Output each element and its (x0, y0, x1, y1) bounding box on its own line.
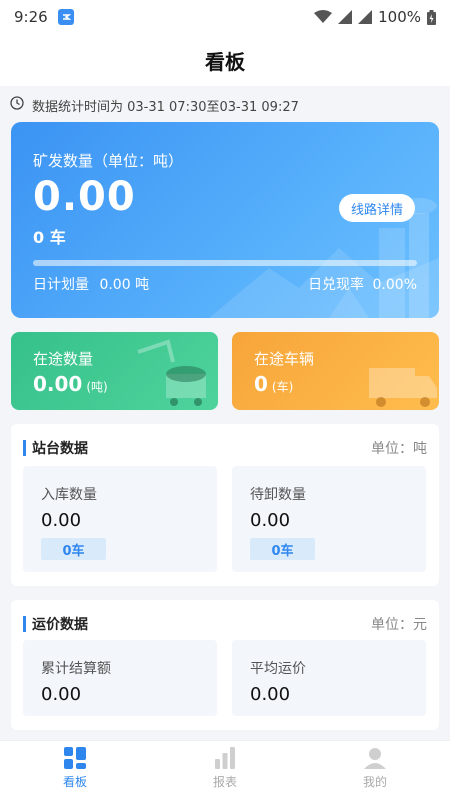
section-accent-bar (23, 440, 26, 456)
in-transit-unit: (吨) (86, 380, 108, 394)
pending-unload-value: 0.00 (250, 510, 291, 531)
vehicles-title: 在途车辆 (254, 350, 315, 368)
total-settlement-label: 累计结算额 (41, 661, 111, 677)
price-section-title: 运价数据 (32, 617, 88, 633)
station-unit: 单位：吨 (371, 441, 427, 457)
clock-icon (10, 96, 24, 114)
battery-level: 100% (378, 8, 421, 26)
bottom-tab-bar: 看板 报表 我的 (0, 740, 450, 800)
tab-mine-label: 我的 (362, 775, 387, 789)
battery-icon (427, 9, 436, 25)
daily-rate-label: 日兑现率 (308, 277, 365, 293)
tab-dashboard[interactable]: 看板 (0, 741, 150, 800)
stock-in-label: 入库数量 (41, 487, 97, 503)
daily-plan-label: 日计划量 (33, 277, 89, 293)
tab-mine[interactable]: 我的 (300, 741, 450, 800)
signal-icon-2 (358, 10, 373, 24)
ore-dispatch-card: 矿发数量（单位：吨） 0.00 0 车 线路详情 日计划量 0.00 吨 日兑现… (11, 122, 439, 318)
user-icon (364, 748, 386, 769)
ore-dispatch-value: 0.00 (33, 174, 136, 220)
in-transit-title: 在途数量 (33, 350, 94, 368)
daily-plan: 日计划量 0.00 吨 (33, 274, 149, 294)
pending-unload-label: 待卸数量 (250, 487, 306, 503)
station-section-title: 站台数据 (32, 441, 88, 457)
ore-dispatch-cars: 0 车 (33, 228, 66, 247)
price-unit: 单位：元 (371, 617, 427, 633)
app-notification-icon (57, 9, 74, 25)
route-details-button[interactable]: 线路详情 (338, 194, 415, 222)
vehicles-value: 0 (254, 372, 268, 396)
in-transit-quantity-card[interactable]: 在途数量 0.00 (吨) (11, 332, 218, 410)
bar-chart-icon (215, 747, 235, 769)
station-data-section: 站台数据 单位：吨 入库数量 0.00 0车 待卸数量 0.00 0车 (11, 424, 439, 586)
in-transit-value-row: 0.00 (吨) (33, 372, 108, 396)
pending-unload-cars-badge: 0车 (250, 538, 315, 560)
section-accent-bar (23, 616, 26, 632)
daily-rate-value: 0.00% (372, 277, 417, 293)
average-price-value: 0.00 (250, 684, 291, 705)
tab-reports-label: 报表 (212, 775, 237, 789)
daily-rate: 日兑现率 0.00% (308, 274, 417, 294)
in-transit-vehicles-card[interactable]: 在途车辆 0 (车) (232, 332, 439, 410)
pending-unload-cell: 待卸数量 0.00 0车 (232, 466, 426, 572)
dashboard-icon (64, 747, 86, 769)
ore-cart-icon (137, 339, 206, 406)
signal-icon (338, 10, 353, 24)
total-settlement-value: 0.00 (41, 684, 82, 705)
vehicles-value-row: 0 (车) (254, 372, 293, 396)
truck-icon (369, 368, 437, 407)
average-price-cell: 平均运价 0.00 (232, 640, 426, 716)
page-title: 看板 (0, 34, 450, 86)
tab-reports[interactable]: 报表 (150, 741, 300, 800)
freight-price-section: 运价数据 单位：元 累计结算额 0.00 平均运价 0.00 (11, 600, 439, 730)
stat-time-row: 数据统计时间为 03-31 07:30至03-31 09:27 (10, 94, 440, 116)
daily-progress-bar (33, 260, 417, 266)
daily-plan-value: 0.00 吨 (99, 277, 150, 293)
status-time: 9:26 (14, 8, 48, 26)
vehicles-unit: (车) (271, 380, 294, 394)
in-transit-value: 0.00 (33, 372, 83, 396)
tab-dashboard-label: 看板 (62, 775, 87, 789)
wifi-icon (314, 10, 333, 24)
total-settlement-cell: 累计结算额 0.00 (23, 640, 217, 716)
station-section-header: 站台数据 (23, 438, 88, 458)
average-price-label: 平均运价 (250, 661, 306, 677)
ore-dispatch-label: 矿发数量（单位：吨） (33, 152, 184, 170)
price-section-header: 运价数据 (23, 614, 88, 634)
stat-time-text: 数据统计时间为 03-31 07:30至03-31 09:27 (32, 99, 299, 115)
stock-in-value: 0.00 (41, 510, 82, 531)
stock-in-cars-badge: 0车 (41, 538, 106, 560)
status-bar: 9:26 100% (0, 0, 450, 34)
stock-in-cell: 入库数量 0.00 0车 (23, 466, 217, 572)
